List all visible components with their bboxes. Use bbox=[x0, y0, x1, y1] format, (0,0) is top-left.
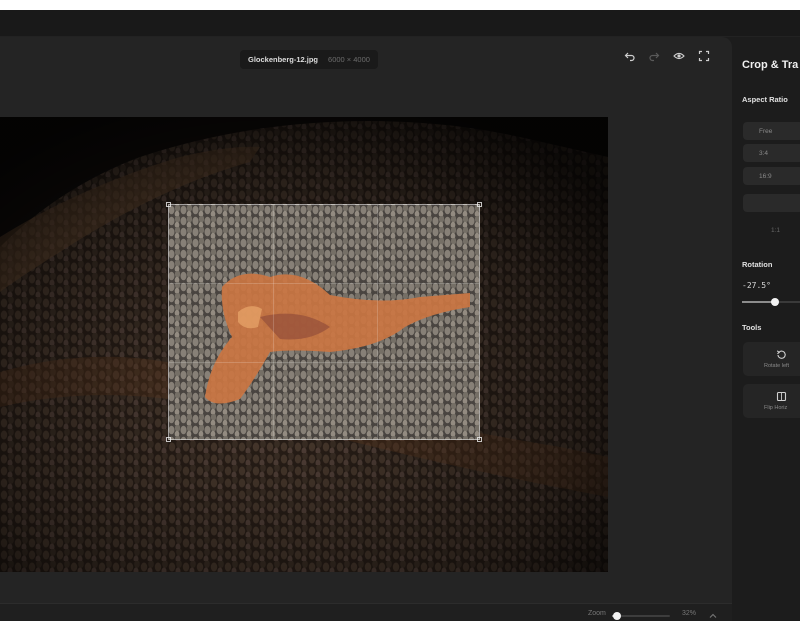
crop-handle-bottom-left[interactable] bbox=[166, 437, 171, 442]
crop-handle-top-left[interactable] bbox=[166, 202, 171, 207]
window-top-strip bbox=[0, 10, 800, 37]
flip-horizontal-button[interactable]: Flip Horiz bbox=[743, 384, 800, 418]
fullscreen-icon[interactable] bbox=[696, 48, 712, 64]
photo-editor-window: Glockenberg-12.jpg 6000 × 4000 Zoom 32% … bbox=[0, 10, 800, 621]
crop-handle-top-right[interactable] bbox=[477, 202, 482, 207]
aspect-option-16-9[interactable]: 16:9 bbox=[743, 167, 800, 185]
tools-label: Tools bbox=[742, 323, 762, 332]
chevron-up-icon[interactable] bbox=[708, 608, 718, 621]
crop-grid-line bbox=[169, 362, 479, 363]
file-dimensions: 6000 × 4000 bbox=[328, 55, 370, 64]
rotation-slider[interactable] bbox=[742, 298, 800, 306]
rotation-value: -27.5° bbox=[742, 281, 771, 290]
flip-horizontal-label: Flip Horiz bbox=[764, 405, 788, 411]
panel-title: Crop & Tra bbox=[742, 59, 799, 71]
file-name: Glockenberg-12.jpg bbox=[248, 55, 319, 64]
rotate-left-button[interactable]: Rotate left bbox=[743, 342, 800, 376]
rotation-slider-handle[interactable] bbox=[771, 298, 779, 306]
crop-handle-bottom-right[interactable] bbox=[477, 437, 482, 442]
aspect-option-3-4[interactable]: 3:4 bbox=[743, 144, 800, 162]
crop-grid-line bbox=[377, 205, 378, 439]
zoom-label: Zoom bbox=[588, 610, 606, 617]
status-bar bbox=[0, 603, 732, 621]
aspect-option-1-1[interactable]: 1:1 bbox=[743, 221, 800, 239]
zoom-value: 32% bbox=[682, 610, 697, 617]
crop-selection[interactable] bbox=[166, 202, 482, 442]
aspect-option-custom[interactable] bbox=[743, 194, 800, 212]
rotation-label: Rotation bbox=[742, 260, 773, 269]
redo-icon[interactable] bbox=[646, 48, 662, 64]
crop-grid-line bbox=[273, 205, 274, 439]
file-info-pill: Glockenberg-12.jpg 6000 × 4000 bbox=[240, 50, 378, 69]
eye-icon[interactable] bbox=[671, 48, 687, 64]
zoom-slider-handle[interactable] bbox=[612, 612, 621, 620]
crop-transform-panel: Crop & Tra Aspect Ratio Free 3:4 16:9 1:… bbox=[732, 37, 800, 621]
undo-icon[interactable] bbox=[622, 48, 638, 64]
aspect-ratio-label: Aspect Ratio bbox=[742, 95, 788, 104]
aspect-option-free[interactable]: Free bbox=[743, 122, 800, 140]
rotate-left-label: Rotate left bbox=[764, 363, 790, 369]
crop-grid-line bbox=[169, 283, 479, 284]
zoom-slider[interactable] bbox=[612, 612, 670, 620]
